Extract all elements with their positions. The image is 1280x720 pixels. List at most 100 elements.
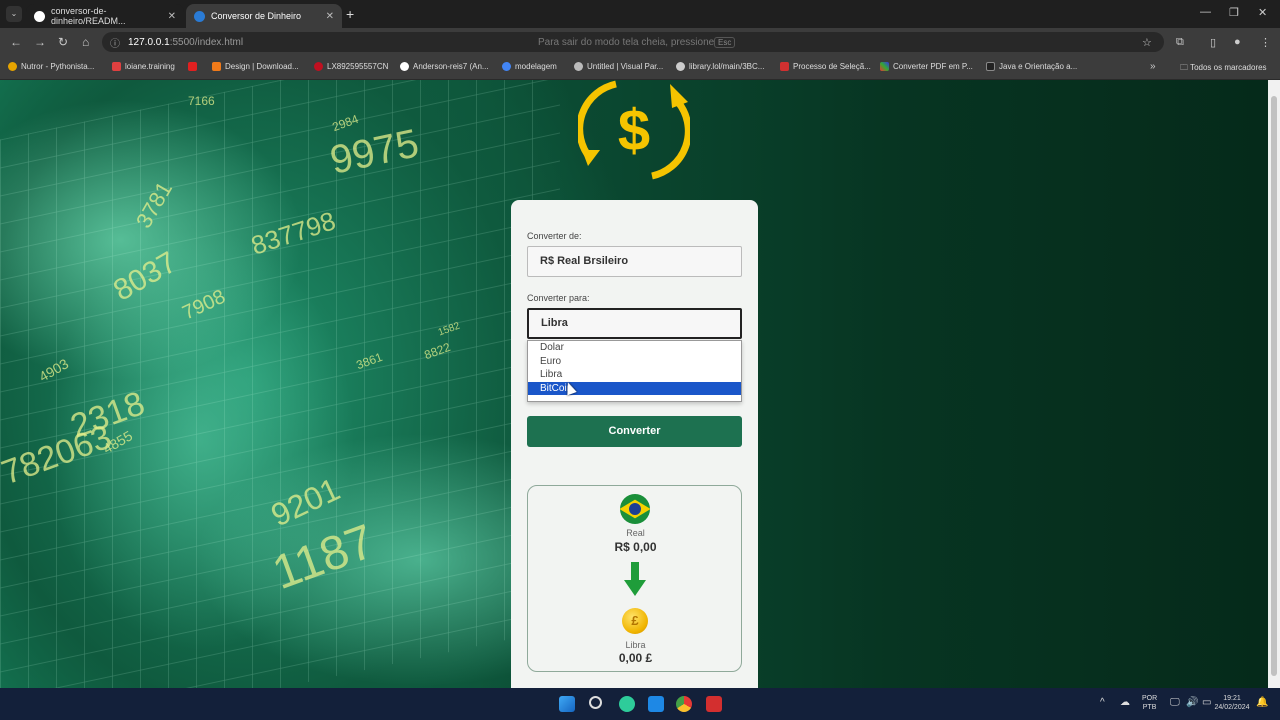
bookmark-item[interactable]: Anderson-reis7 (An... [400, 62, 489, 71]
lang-top: POR [1142, 695, 1158, 702]
close-icon[interactable]: ✕ [326, 11, 334, 22]
coin-symbol: £ [631, 613, 639, 628]
back-icon[interactable]: ← [10, 35, 22, 49]
copilot-icon[interactable] [619, 696, 635, 712]
bookmark-item[interactable]: loiane.training [112, 62, 175, 71]
currency-dropdown-list: Dolar Euro Libra BitCoin [527, 340, 742, 402]
arrow-down-icon [624, 562, 646, 596]
to-label: Converter para: [527, 293, 590, 303]
windows-taskbar: ^ ☁ POR PTB 🖵 🔊 ▭ 19:21 24/02/2024 🔔 [0, 688, 1280, 720]
from-currency-select[interactable]: R$ Real Brsileiro [527, 246, 742, 277]
extensions-icon[interactable]: ⧉ [1176, 36, 1184, 49]
bookmark-label: loiane.training [125, 62, 175, 71]
bookmark-label: Anderson-reis7 (An... [413, 62, 489, 71]
option-euro[interactable]: Euro [528, 355, 741, 369]
gmail-icon [780, 62, 789, 71]
chevron-up-icon[interactable]: ^ [1100, 698, 1105, 708]
page-icon [194, 10, 205, 22]
drive-icon [502, 62, 511, 71]
tab-readme[interactable]: conversor-de-dinheiro/READM... ✕ [26, 4, 184, 28]
all-bookmarks-folder[interactable]: 🗀 Todos os marcadores [1180, 62, 1267, 76]
from-currency-name: Real [626, 528, 645, 538]
bookmark-item[interactable]: modelagem [502, 62, 557, 71]
option-libra[interactable]: Libra [528, 368, 741, 382]
network-icon[interactable]: 🖵 [1170, 698, 1180, 708]
bookmark-label: library.lol/main/3BC... [689, 62, 765, 71]
bookmark-item[interactable]: Converter PDF em P... [880, 62, 973, 71]
restore-icon[interactable]: ❐ [1229, 6, 1239, 19]
bookmark-item[interactable]: Nutror - Pythonista... [8, 62, 94, 71]
tab-title: conversor-de-dinheiro/READM... [51, 6, 126, 26]
pound-coin-icon: £ [622, 608, 648, 634]
bookmark-item[interactable]: LX892595557CN [314, 62, 388, 71]
clock[interactable]: 19:21 24/02/2024 [1210, 694, 1254, 712]
fullscreen-hint: Para sair do modo tela cheia, pressione [538, 36, 715, 48]
option-bitcoin[interactable]: BitCoin [528, 381, 741, 395]
language-indicator[interactable]: POR PTB [1142, 694, 1157, 712]
close-window-icon[interactable]: ✕ [1258, 6, 1267, 19]
star-icon[interactable]: ☆ [1142, 36, 1152, 49]
bookmark-label: Processo de Seleçã... [793, 62, 871, 71]
bookmark-icon [112, 62, 121, 71]
scrollbar-thumb[interactable] [1271, 96, 1277, 676]
bookmark-item[interactable]: Java e Orientação a... [986, 62, 1077, 71]
from-label: Converter de: [527, 231, 582, 241]
menu-icon[interactable]: ⋮ [1260, 36, 1271, 49]
bookmark-icon [8, 62, 17, 71]
tab-search-button[interactable]: ⌄ [6, 6, 22, 22]
bookmark-label: Design | Download... [225, 62, 299, 71]
currency-exchange-logo-icon: $ [578, 80, 690, 180]
volume-icon[interactable]: 🔊 [1186, 698, 1198, 708]
background-number: 7166 [188, 94, 215, 108]
chrome-icon[interactable] [676, 696, 692, 712]
browser-tab-bar: ⌄ conversor-de-dinheiro/READM... ✕ Conve… [0, 0, 1280, 28]
svg-text:$: $ [618, 98, 650, 163]
to-currency-value: 0,00 £ [618, 651, 653, 665]
search-icon[interactable] [589, 696, 602, 709]
lang-bottom: PTB [1142, 704, 1157, 711]
windows-start-icon[interactable] [559, 696, 575, 712]
esc-key-badge: Esc [714, 36, 736, 48]
converter-card: Converter de: R$ Real Brsileiro Converte… [511, 200, 758, 688]
page-scrollbar[interactable] [1268, 80, 1280, 688]
bookmarks-bar: Nutror - Pythonista... loiane.training D… [0, 56, 1280, 80]
bookmark-label: Nutror - Pythonista... [21, 62, 95, 71]
convert-button[interactable]: Converter [527, 416, 742, 447]
close-icon[interactable]: ✕ [168, 11, 176, 22]
github-icon [34, 10, 45, 22]
bookmark-label: modelagem [515, 62, 557, 71]
url-field[interactable]: ⓘ 127.0.0.1:5500/index.html Para sair do… [102, 32, 1164, 52]
reload-icon[interactable]: ↻ [58, 35, 68, 49]
forward-icon[interactable]: → [34, 35, 46, 49]
bookmark-icon [986, 62, 995, 71]
cloud-icon[interactable]: ☁ [1120, 698, 1130, 708]
bookmark-item[interactable]: Untitled | Visual Par... [574, 62, 663, 71]
clock-time: 19:21 [1223, 695, 1241, 702]
to-currency-select[interactable]: Libra [527, 308, 742, 339]
youtube-icon [188, 62, 197, 71]
clock-date: 24/02/2024 [1214, 704, 1250, 711]
bookmark-label: Converter PDF em P... [893, 62, 973, 71]
notification-bell-icon[interactable]: 🔔 [1256, 698, 1268, 708]
vscode-icon[interactable] [648, 696, 664, 712]
site-info-icon[interactable]: ⓘ [110, 35, 120, 50]
minimize-icon[interactable]: — [1200, 6, 1211, 18]
bookmark-item[interactable] [188, 62, 201, 71]
tab-conversor[interactable]: Conversor de Dinheiro ✕ [186, 4, 342, 28]
bookmark-icon [880, 62, 889, 71]
bookmark-item[interactable]: Design | Download... [212, 62, 299, 71]
bookmark-label: Untitled | Visual Par... [587, 62, 664, 71]
new-tab-button[interactable]: + [346, 6, 354, 22]
sidebar-icon[interactable]: ▯ [1210, 36, 1216, 49]
app-icon[interactable] [706, 696, 722, 712]
more-bookmarks-icon[interactable]: » [1150, 61, 1156, 72]
profile-icon[interactable]: ● [1234, 36, 1241, 48]
bookmark-icon [212, 62, 221, 71]
bookmark-label: LX892595557CN [327, 62, 389, 71]
folder-icon: 🗀 [1180, 63, 1191, 72]
address-bar-row: ← → ↻ ⌂ ⓘ 127.0.0.1:5500/index.html Para… [0, 28, 1280, 56]
bookmark-item[interactable]: library.lol/main/3BC... [676, 62, 764, 71]
bookmark-item[interactable]: Processo de Seleçã... [780, 62, 871, 71]
option-dolar[interactable]: Dolar [528, 341, 741, 355]
home-icon[interactable]: ⌂ [82, 35, 89, 49]
